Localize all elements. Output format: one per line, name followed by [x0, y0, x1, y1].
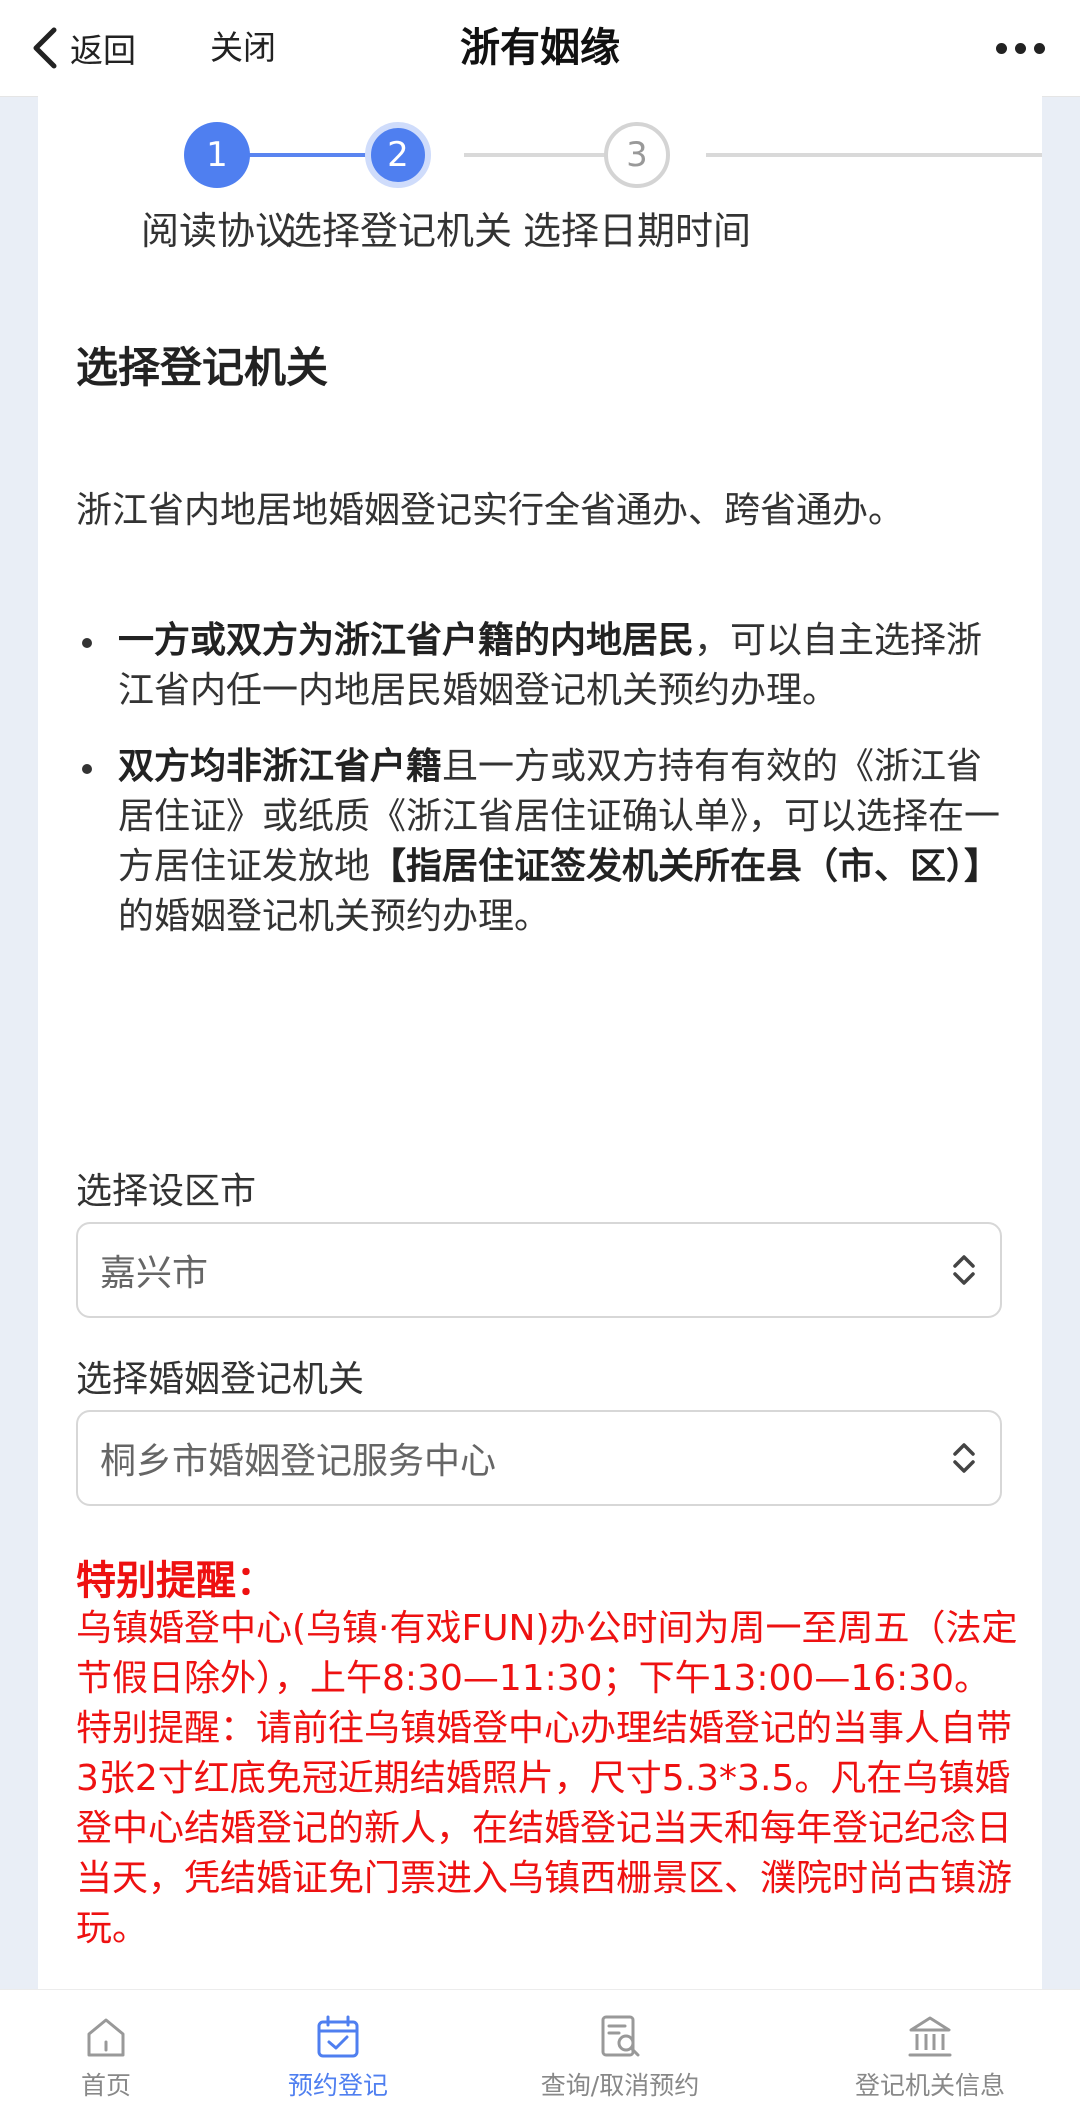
list-item: 一方或双方为浙江省户籍的内地居民，可以自主选择浙江省内任一内地居民婚姻登记机关预… [76, 616, 1006, 716]
tab-office-info[interactable]: 登记机关信息 [840, 1990, 1020, 2126]
city-select[interactable]: 嘉兴市 [76, 1222, 1002, 1318]
step-1-circle: 1 [184, 122, 250, 188]
tab-home[interactable]: 首页 [30, 1990, 182, 2126]
step-2-circle: 2 [365, 122, 431, 188]
tab-query-cancel-label: 查询/取消预约 [540, 2071, 700, 2100]
back-button[interactable]: 返回 [28, 16, 136, 80]
step-3-circle: 3 [604, 122, 670, 188]
section-title: 选择登记机关 [76, 343, 329, 392]
office-field-label: 选择婚姻登记机关 [76, 1359, 365, 1400]
tab-office-info-label: 登记机关信息 [854, 2071, 1005, 2100]
tab-appointment[interactable]: 预约登记 [262, 1990, 414, 2126]
list-item: 双方均非浙江省户籍且一方或双方持有有效的《浙江省居住证》或纸质《浙江省居住证确认… [76, 742, 1006, 942]
back-label: 返回 [70, 31, 136, 70]
close-button[interactable]: 关闭 [210, 16, 276, 80]
reminder-title: 特别提醒： [76, 1558, 276, 1604]
search-document-icon [601, 2015, 640, 2057]
office-select-value: 桐乡市婚姻登记服务中心 [100, 1441, 497, 1482]
top-nav-bar: 返回 关闭 浙有姻缘 [0, 0, 1080, 97]
tab-query-cancel[interactable]: 查询/取消预约 [520, 1990, 720, 2126]
office-select[interactable]: 桐乡市婚姻登记服务中心 [76, 1410, 1002, 1506]
step-connector-3 [706, 153, 1042, 157]
list-item-bold: 【指居住证签发机关所在县（市、区）】 [370, 846, 1001, 887]
page-title: 浙有姻缘 [460, 25, 620, 71]
city-field-label: 选择设区市 [76, 1171, 257, 1212]
tab-appointment-label: 预约登记 [287, 2071, 388, 2100]
chevron-up-down-icon [953, 1443, 975, 1473]
more-options-button[interactable] [988, 16, 1052, 80]
more-dots-icon [992, 39, 1049, 58]
reminder-text: 乌镇婚登中心(乌镇·有戏FUN)办公时间为周一至周五（法定节假日除外），上午8:… [76, 1608, 1018, 1949]
list-item-bold: 一方或双方为浙江省户籍的内地居民 [118, 620, 695, 661]
tab-home-label: 首页 [80, 2071, 131, 2100]
eligibility-list: 一方或双方为浙江省户籍的内地居民，可以自主选择浙江省内任一内地居民婚姻登记机关预… [76, 616, 1006, 968]
list-item-bold: 双方均非浙江省户籍 [118, 746, 443, 787]
content-card: 1 2 3 阅读协议 选择登记机关 选择日期时间 选择登记机关 浙江省内地居地婚… [38, 96, 1042, 1989]
step-3-label: 选择日期时间 [522, 209, 751, 253]
progress-stepper: 1 2 3 阅读协议 选择登记机关 选择日期时间 [38, 96, 1042, 266]
city-select-value: 嘉兴市 [100, 1253, 209, 1294]
intro-text: 浙江省内地居地婚姻登记实行全省通办、跨省通办。 [76, 490, 905, 531]
chevron-up-down-icon [953, 1255, 975, 1285]
list-item-text: 的婚姻登记机关预约办理。 [118, 896, 551, 937]
building-icon [908, 2016, 952, 2057]
home-icon [87, 2018, 125, 2057]
bottom-tab-bar: 首页 预约登记 查询/取消预约 登记机关信息 [0, 1989, 1080, 2126]
chevron-left-icon [33, 27, 57, 69]
calendar-check-icon [317, 2015, 359, 2058]
